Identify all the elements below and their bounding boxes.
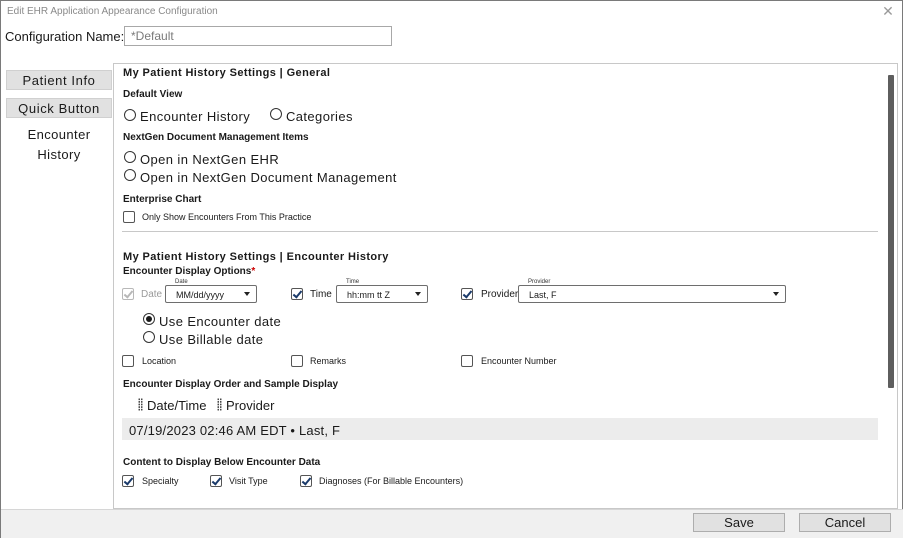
configuration-name-input[interactable] [124, 26, 392, 46]
checkbox-location-label[interactable]: Location [142, 356, 176, 366]
cancel-button[interactable]: Cancel [799, 513, 891, 532]
time-select-value: hh:mm tt Z [347, 290, 391, 300]
radio-open-doc-management-label[interactable]: Open in NextGen Document Management [140, 170, 397, 185]
sidebar-item-quick-button[interactable]: Quick Button [6, 98, 112, 118]
radio-open-nextgen-ehr[interactable] [124, 151, 136, 163]
chevron-down-icon [244, 292, 250, 296]
checkbox-encounter-number-label[interactable]: Encounter Number [481, 356, 557, 366]
radio-use-billable-date-label[interactable]: Use Billable date [159, 332, 263, 347]
radio-encounter-history[interactable] [124, 109, 136, 121]
doc-management-label: NextGen Document Management Items [123, 132, 309, 143]
section-divider [122, 231, 878, 232]
checkbox-provider-label[interactable]: Provider [481, 289, 518, 300]
display-order-label: Encounter Display Order and Sample Displ… [123, 379, 339, 390]
drag-handle-icon[interactable] [138, 398, 143, 411]
chevron-down-icon [773, 292, 779, 296]
radio-use-encounter-date[interactable] [143, 313, 155, 325]
checkbox-specialty-label[interactable]: Specialty [142, 476, 179, 486]
time-format-select[interactable]: Time hh:mm tt Z [336, 279, 428, 303]
checkbox-diagnoses[interactable] [300, 475, 312, 487]
radio-encounter-history-label[interactable]: Encounter History [140, 109, 250, 124]
sidebar-item-encounter-history[interactable]: Encounter History [6, 125, 112, 162]
encounter-history-heading: My Patient History Settings | Encounter … [123, 251, 389, 263]
save-button[interactable]: Save [693, 513, 785, 532]
checkbox-remarks[interactable] [291, 355, 303, 367]
checkbox-only-show-practice[interactable] [123, 211, 135, 223]
required-asterisk: * [251, 266, 256, 277]
title-bar: Edit EHR Application Appearance Configur… [1, 1, 902, 23]
radio-categories[interactable] [270, 108, 282, 120]
checkbox-encounter-number[interactable] [461, 355, 473, 367]
radio-use-encounter-date-label[interactable]: Use Encounter date [159, 314, 281, 329]
date-select-value: MM/dd/yyyy [176, 290, 225, 300]
default-view-label: Default View [123, 89, 183, 100]
display-options-text: Encounter Display Options [123, 266, 252, 277]
dialog-window: Edit EHR Application Appearance Configur… [0, 0, 903, 538]
order-item-provider[interactable]: Provider [226, 398, 274, 413]
checkbox-location[interactable] [122, 355, 134, 367]
close-icon[interactable]: ✕ [880, 3, 896, 19]
checkbox-remarks-label[interactable]: Remarks [310, 356, 346, 366]
checkbox-time[interactable] [291, 288, 303, 300]
sidebar-item-patient-info[interactable]: Patient Info [6, 70, 112, 90]
provider-select-value: Last, F [529, 290, 557, 300]
checkbox-date[interactable] [122, 288, 134, 300]
radio-open-nextgen-ehr-label[interactable]: Open in NextGen EHR [140, 152, 279, 167]
encounter-display-options-label: Encounter Display Options* [123, 266, 255, 277]
checkbox-only-show-practice-label[interactable]: Only Show Encounters From This Practice [142, 212, 311, 222]
checkbox-time-label[interactable]: Time [310, 289, 332, 300]
radio-categories-label[interactable]: Categories [286, 109, 353, 124]
general-heading: My Patient History Settings | General [123, 67, 331, 79]
window-title: Edit EHR Application Appearance Configur… [7, 6, 218, 17]
provider-select-legend: Provider [527, 279, 552, 285]
scrollbar-thumb[interactable] [888, 75, 894, 388]
configuration-name-label: Configuration Name: [5, 29, 125, 44]
checkbox-specialty[interactable] [122, 475, 134, 487]
checkbox-visit-type[interactable] [210, 475, 222, 487]
checkbox-diagnoses-label[interactable]: Diagnoses (For Billable Encounters) [319, 476, 463, 486]
date-select-legend: Date [174, 279, 189, 285]
time-select-legend: Time [345, 279, 361, 285]
checkbox-provider[interactable] [461, 288, 473, 300]
radio-use-billable-date[interactable] [143, 331, 155, 343]
radio-open-doc-management[interactable] [124, 169, 136, 181]
checkbox-visit-type-label[interactable]: Visit Type [229, 476, 268, 486]
enterprise-chart-label: Enterprise Chart [123, 194, 202, 205]
order-item-datetime[interactable]: Date/Time [147, 398, 206, 413]
checkbox-date-label: Date [141, 289, 163, 300]
content-below-label: Content to Display Below Encounter Data [123, 457, 321, 468]
drag-handle-icon[interactable] [217, 398, 222, 411]
sample-display-text: 07/19/2023 02:46 AM EDT • Last, F [129, 423, 341, 438]
date-format-select[interactable]: Date MM/dd/yyyy [165, 279, 257, 303]
provider-format-select[interactable]: Provider Last, F [518, 279, 786, 303]
chevron-down-icon [415, 292, 421, 296]
